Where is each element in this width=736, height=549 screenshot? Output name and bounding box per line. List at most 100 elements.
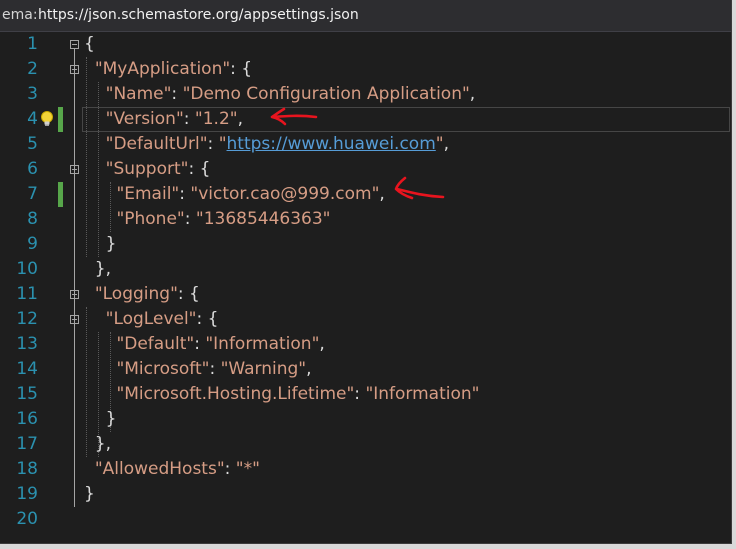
json-punctuation xyxy=(84,359,116,379)
code-line[interactable]: 3 "Name": "Demo Configuration Applicatio… xyxy=(0,82,731,107)
json-key: "Name" xyxy=(105,84,172,104)
line-number: 10 xyxy=(16,259,38,279)
schema-bar[interactable]: ema: https://json.schemastore.org/appset… xyxy=(0,0,731,32)
json-key: "Default" xyxy=(116,334,195,354)
code-line[interactable]: 20 xyxy=(0,507,731,532)
code-line[interactable]: 13 "Default": "Information", xyxy=(0,332,731,357)
json-punctuation: : { xyxy=(230,59,253,79)
line-number: 15 xyxy=(16,384,38,404)
code-text: "LogLevel": { xyxy=(84,307,219,332)
code-line[interactable]: 6 "Support": { xyxy=(0,157,731,182)
json-string: "1.2" xyxy=(194,109,238,129)
code-line[interactable]: 2 "MyApplication": { xyxy=(0,57,731,82)
code-line[interactable]: 5 "DefaultUrl": "https://www.huawei.com"… xyxy=(0,132,731,157)
code-text: { xyxy=(84,32,95,57)
json-string: "Demo Configuration Application" xyxy=(182,84,470,104)
json-key: "Logging" xyxy=(94,284,178,304)
json-punctuation: }, xyxy=(84,434,112,454)
code-line[interactable]: 14 "Microsoft": "Warning", xyxy=(0,357,731,382)
code-text: "AllowedHosts": "*" xyxy=(84,457,260,482)
code-line[interactable]: 18 "AllowedHosts": "*" xyxy=(0,457,731,482)
json-punctuation: }, xyxy=(84,259,112,279)
line-number: 7 xyxy=(27,184,38,204)
json-punctuation xyxy=(84,159,106,179)
code-text: }, xyxy=(84,432,111,457)
json-punctuation xyxy=(84,384,116,404)
collapse-box-icon[interactable] xyxy=(70,65,79,74)
json-string: "Information" xyxy=(365,384,480,404)
json-punctuation xyxy=(84,334,116,354)
lightbulb-icon[interactable] xyxy=(38,110,56,128)
line-number: 8 xyxy=(27,209,38,229)
editor-text-area[interactable]: 1{2 "MyApplication": {3 "Name": "Demo Co… xyxy=(0,32,731,543)
json-punctuation: , xyxy=(379,184,385,204)
json-key: "Microsoft" xyxy=(116,359,210,379)
code-line[interactable]: 15 "Microsoft.Hosting.Lifetime": "Inform… xyxy=(0,382,731,407)
json-punctuation xyxy=(84,59,95,79)
red-arrow-icon xyxy=(270,107,318,126)
code-line[interactable]: 10 }, xyxy=(0,257,731,282)
schema-label: ema: xyxy=(2,7,38,23)
json-punctuation: : { xyxy=(196,309,219,329)
json-punctuation: } xyxy=(84,409,117,429)
collapse-box-icon[interactable] xyxy=(70,165,79,174)
code-line[interactable]: 17 }, xyxy=(0,432,731,457)
collapse-box-icon[interactable] xyxy=(70,290,79,299)
code-text: "DefaultUrl": "https://www.huawei.com", xyxy=(84,132,449,157)
line-number: 1 xyxy=(27,34,38,54)
json-punctuation xyxy=(84,134,106,154)
line-number: 3 xyxy=(27,84,38,104)
code-text: "Version": "1.2", xyxy=(84,107,243,132)
json-string: "13685446363" xyxy=(195,209,331,229)
json-punctuation xyxy=(84,184,116,204)
json-punctuation: : xyxy=(224,459,236,479)
change-indicator-bar xyxy=(58,107,63,132)
json-punctuation: : xyxy=(209,359,221,379)
code-text: } xyxy=(84,232,117,257)
code-text: "MyApplication": { xyxy=(84,57,252,82)
code-line[interactable]: 1{ xyxy=(0,32,731,57)
code-line[interactable]: 8 "Phone": "13685446363" xyxy=(0,207,731,232)
json-punctuation xyxy=(84,109,106,129)
collapse-box-icon[interactable] xyxy=(70,315,79,324)
json-punctuation: : xyxy=(207,134,219,154)
json-punctuation: , xyxy=(319,334,325,354)
json-punctuation: : { xyxy=(177,284,200,304)
json-punctuation: : xyxy=(184,209,196,229)
line-number: 16 xyxy=(16,409,38,429)
json-string: " xyxy=(218,134,227,154)
line-number: 14 xyxy=(16,359,38,379)
code-line[interactable]: 12 "LogLevel": { xyxy=(0,307,731,332)
line-number: 18 xyxy=(16,459,38,479)
json-punctuation: { xyxy=(84,34,95,54)
code-text: }, xyxy=(84,257,111,282)
json-key: "DefaultUrl" xyxy=(105,134,208,154)
code-text: "Microsoft.Hosting.Lifetime": "Informati… xyxy=(84,382,479,407)
json-punctuation xyxy=(84,209,116,229)
code-line[interactable]: 7 "Email": "victor.cao@999.com", xyxy=(0,182,731,207)
line-number: 20 xyxy=(16,509,38,529)
schema-url[interactable]: https://json.schemastore.org/appsettings… xyxy=(38,0,359,31)
json-punctuation: : xyxy=(194,334,206,354)
code-line[interactable]: 11 "Logging": { xyxy=(0,282,731,307)
json-punctuation: , xyxy=(469,84,476,104)
line-number: 5 xyxy=(27,134,38,154)
line-number: 12 xyxy=(16,309,38,329)
code-line[interactable]: 19} xyxy=(0,482,731,507)
json-punctuation: : xyxy=(179,184,191,204)
code-line[interactable]: 4 "Version": "1.2", xyxy=(0,107,731,132)
code-line[interactable]: 9 } xyxy=(0,232,731,257)
json-key: "MyApplication" xyxy=(94,59,231,79)
url-link[interactable]: https://www.huawei.com xyxy=(227,134,436,154)
json-punctuation: : { xyxy=(188,159,211,179)
collapse-box-icon[interactable] xyxy=(70,40,79,49)
json-punctuation: : xyxy=(171,84,183,104)
json-punctuation xyxy=(84,459,95,479)
code-line[interactable]: 16 } xyxy=(0,407,731,432)
json-string: "Warning" xyxy=(220,359,307,379)
code-text: "Phone": "13685446363" xyxy=(84,207,331,232)
change-indicator-bar xyxy=(58,182,63,207)
line-number: 11 xyxy=(16,284,38,304)
json-key: "Microsoft.Hosting.Lifetime" xyxy=(116,384,355,404)
json-punctuation: } xyxy=(84,234,117,254)
